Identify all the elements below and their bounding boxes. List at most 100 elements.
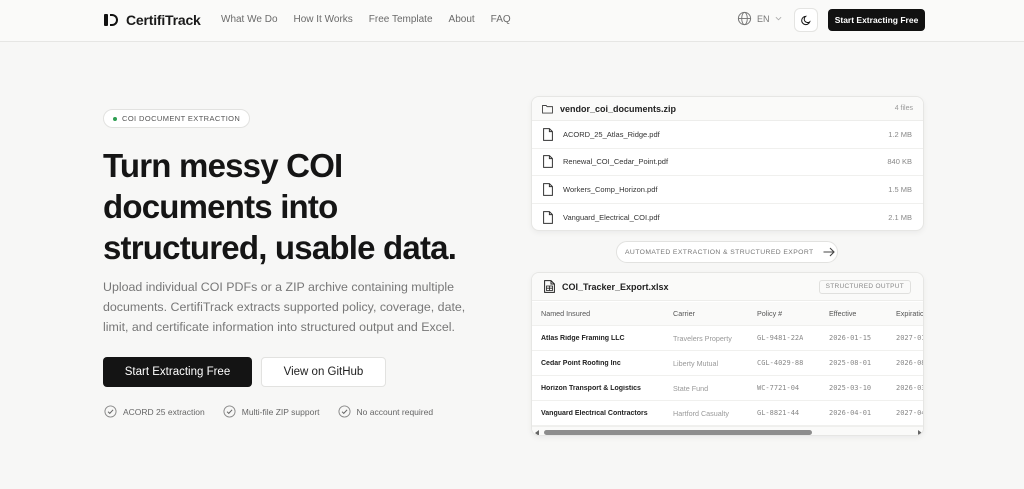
cell-carrier: Hartford Casualty [673, 408, 729, 418]
file-row[interactable]: Renewal_COI_Cedar_Point.pdf 840 KB [532, 149, 923, 176]
feature-item: No account required [337, 405, 434, 418]
scroll-right-icon[interactable] [918, 430, 922, 435]
extraction-table: Named Insured Carrier Policy # Effective… [532, 302, 924, 426]
archive-header: vendor_coi_documents.zip 4 files [532, 97, 923, 121]
pipeline-label: AUTOMATED EXTRACTION & STRUCTURED EXPORT [616, 241, 838, 263]
file-size: 1.2 MB [888, 129, 912, 139]
globe-icon [737, 11, 752, 26]
cell-carrier: State Fund [673, 383, 709, 393]
feature-label: No account required [356, 406, 434, 417]
nav-link-free-template[interactable]: Free Template [369, 14, 433, 25]
arrow-right-icon [823, 247, 835, 257]
table-row: Horizon Transport & Logistics State Fund… [532, 376, 923, 401]
file-name: Renewal_COI_Cedar_Point.pdf [563, 157, 669, 167]
file-name: Vanguard_Electrical_COI.pdf [563, 212, 660, 222]
nav-link-about[interactable]: About [449, 14, 475, 25]
file-icon [543, 182, 553, 196]
file-name: ACORD_25_Atlas_Ridge.pdf [563, 129, 660, 139]
column-header: Named Insured [541, 309, 591, 318]
file-name: Workers_Comp_Horizon.pdf [563, 184, 658, 194]
headline-line-3: structured, usable data. [103, 229, 457, 266]
cell-named-insured: Vanguard Electrical Contractors [541, 409, 648, 417]
cell-named-insured: Horizon Transport & Logistics [541, 384, 641, 392]
check-circle-icon [104, 405, 117, 418]
file-row[interactable]: Workers_Comp_Horizon.pdf 1.5 MB [532, 176, 923, 204]
nav-start-extracting-button[interactable]: Start Extracting Free [828, 9, 925, 31]
section-badge: COI DOCUMENT EXTRACTION [103, 109, 251, 128]
view-on-github-button[interactable]: View on GitHub [261, 357, 386, 387]
nav-link-what-we-do[interactable]: What We Do [221, 14, 278, 25]
column-header: Policy # [757, 309, 783, 318]
spreadsheet-name: COI_Tracker_Export.xlsx [562, 281, 669, 292]
file-icon [543, 127, 553, 141]
nav-link-faq[interactable]: FAQ [491, 14, 511, 25]
archive-name: vendor_coi_documents.zip [560, 103, 677, 114]
spreadsheet-preview-card: COI_Tracker_Export.xlsx STRUCTURED OUTPU… [531, 272, 924, 436]
table-row: Atlas Ridge Framing LLC Travelers Proper… [532, 326, 923, 351]
start-extracting-button[interactable]: Start Extracting Free [103, 357, 252, 387]
cell-expiration: 2027-04-01 [896, 409, 923, 417]
chevron-down-icon [775, 16, 781, 21]
cell-effective: 2025-03-10 [829, 384, 872, 392]
spreadsheet-file-icon [544, 280, 555, 293]
zip-archive-card: vendor_coi_documents.zip 4 files ACORD_2… [531, 96, 924, 231]
headline-line-2: documents into [103, 188, 338, 225]
folder-icon [542, 104, 553, 113]
cell-expiration: 2027-01-15 [896, 334, 923, 342]
table-header-row: Named Insured Carrier Policy # Effective… [532, 302, 924, 326]
cell-policy-number: GL-9481-22A [757, 334, 804, 342]
archive-file-count: 4 files [894, 105, 913, 112]
feature-list: ACORD 25 extraction Multi-file ZIP suppo… [104, 405, 433, 418]
cell-named-insured: Atlas Ridge Framing LLC [541, 334, 625, 342]
cell-policy-number: CGL-4029-88 [757, 359, 804, 367]
cell-policy-number: WC-7721-04 [757, 384, 800, 392]
table-row: Cedar Point Roofing Inc Liberty Mutual C… [532, 351, 923, 376]
headline-line-1: Turn messy COI [103, 147, 343, 184]
cell-carrier: Liberty Mutual [673, 358, 719, 368]
feature-item: ACORD 25 extraction [104, 405, 205, 418]
feature-label: Multi-file ZIP support [241, 406, 320, 417]
file-size: 840 KB [887, 157, 912, 167]
hero-subtext: Upload individual COI PDFs or a ZIP arch… [103, 280, 466, 334]
pipeline-text: AUTOMATED EXTRACTION & STRUCTURED EXPORT [625, 248, 814, 256]
file-size: 2.1 MB [888, 212, 912, 222]
file-size: 1.5 MB [888, 184, 912, 194]
column-header: Carrier [673, 309, 695, 318]
nav-link-how-it-works[interactable]: How It Works [294, 14, 353, 25]
check-circle-icon [223, 405, 236, 418]
logo-icon [104, 13, 118, 27]
feature-item: Multi-file ZIP support [223, 405, 320, 418]
brand-name: CertifiTrack [126, 12, 201, 28]
scrollbar-thumb[interactable] [544, 430, 812, 435]
column-header: Expiration [896, 309, 924, 318]
hero-headline: Turn messy COI documents into structured… [103, 145, 523, 268]
nav-links: What We Do How It Works Free Template Ab… [221, 14, 511, 25]
horizontal-scrollbar[interactable] [532, 426, 923, 435]
structured-output-tag: STRUCTURED OUTPUT [818, 279, 911, 294]
file-row[interactable]: ACORD_25_Atlas_Ridge.pdf 1.2 MB [532, 121, 923, 149]
theme-toggle-button[interactable] [794, 8, 818, 32]
language-code: EN [757, 13, 770, 24]
cell-expiration: 2026-08-01 [896, 359, 923, 367]
top-nav: CertifiTrack What We Do How It Works Fre… [0, 0, 1024, 42]
moon-icon [800, 15, 811, 25]
cell-effective: 2025-08-01 [829, 359, 872, 367]
cell-carrier: Travelers Property [673, 333, 732, 343]
cell-effective: 2026-01-15 [829, 334, 872, 342]
cell-named-insured: Cedar Point Roofing Inc [541, 359, 621, 367]
cell-effective: 2026-04-01 [829, 409, 872, 417]
column-header: Effective [829, 309, 857, 318]
table-row: Vanguard Electrical Contractors Hartford… [532, 401, 923, 426]
brand-logo[interactable]: CertifiTrack [104, 12, 201, 28]
file-row[interactable]: Vanguard_Electrical_COI.pdf 2.1 MB [532, 204, 923, 231]
file-icon [543, 210, 553, 224]
file-icon [543, 155, 553, 169]
cell-expiration: 2026-03-10 [896, 384, 923, 392]
language-selector[interactable]: EN [737, 11, 782, 26]
check-circle-icon [337, 405, 351, 418]
scroll-left-icon[interactable] [535, 430, 539, 435]
badge-label: COI DOCUMENT EXTRACTION [122, 114, 241, 123]
feature-label: ACORD 25 extraction [123, 406, 205, 417]
spreadsheet-header: COI_Tracker_Export.xlsx STRUCTURED OUTPU… [532, 273, 923, 301]
cell-policy-number: GL-8821-44 [757, 409, 800, 417]
